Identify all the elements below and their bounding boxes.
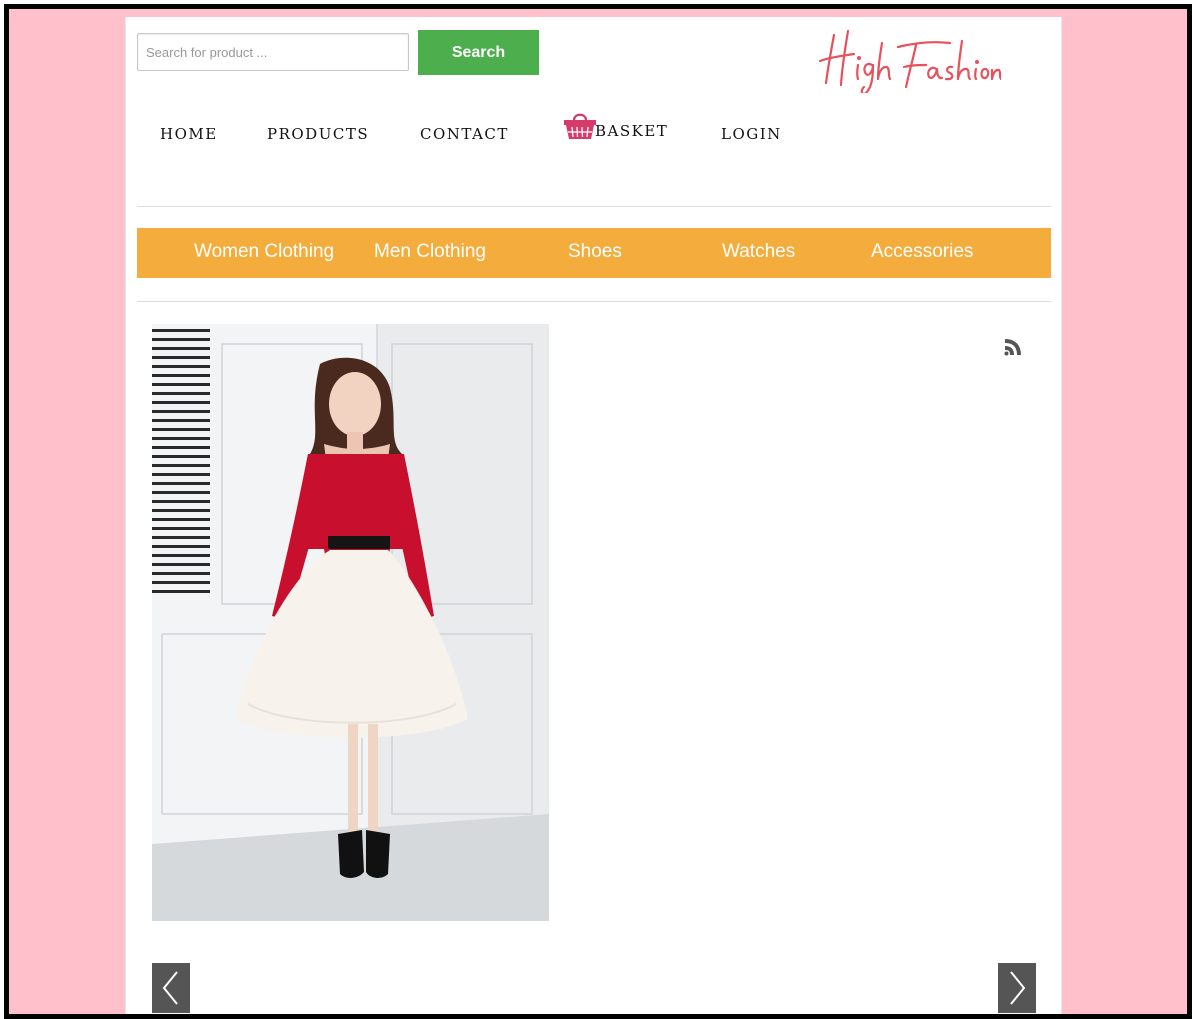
rss-icon[interactable] xyxy=(1001,335,1025,359)
nav-products[interactable]: PRODUCTS xyxy=(267,125,369,143)
search-button[interactable]: Search xyxy=(418,30,539,75)
divider-top xyxy=(137,206,1051,207)
category-bar: Women Clothing Men Clothing Shoes Watche… xyxy=(137,228,1051,278)
chevron-left-icon xyxy=(162,971,178,1005)
category-women-clothing[interactable]: Women Clothing xyxy=(194,241,334,263)
brand-logo[interactable] xyxy=(816,21,1003,95)
nav-basket[interactable]: BASKET xyxy=(563,110,668,140)
browser-frame: Search for product ... Search HOME PRODU… xyxy=(4,4,1192,1019)
nav-contact[interactable]: CONTACT xyxy=(420,125,509,143)
category-men-clothing[interactable]: Men Clothing xyxy=(374,241,486,263)
category-watches[interactable]: Watches xyxy=(722,241,795,263)
slider-next-button[interactable] xyxy=(998,963,1036,1013)
nav-basket-label: BASKET xyxy=(595,122,669,140)
chevron-right-icon xyxy=(1010,971,1026,1005)
nav-home[interactable]: HOME xyxy=(160,125,218,143)
nav-login[interactable]: LOGIN xyxy=(721,125,782,143)
category-shoes[interactable]: Shoes xyxy=(568,241,622,263)
product-slide-image[interactable] xyxy=(152,324,549,921)
search-input[interactable] xyxy=(137,33,409,71)
slider-prev-button[interactable] xyxy=(152,963,190,1013)
page-container: Search for product ... Search HOME PRODU… xyxy=(125,17,1062,1014)
main-navigation: HOME PRODUCTS CONTACT BASKET LOGIN xyxy=(126,113,1061,143)
divider-bottom xyxy=(137,301,1051,302)
category-accessories[interactable]: Accessories xyxy=(871,241,973,263)
brand-logo-lettering xyxy=(818,29,1003,95)
basket-icon xyxy=(564,113,596,139)
